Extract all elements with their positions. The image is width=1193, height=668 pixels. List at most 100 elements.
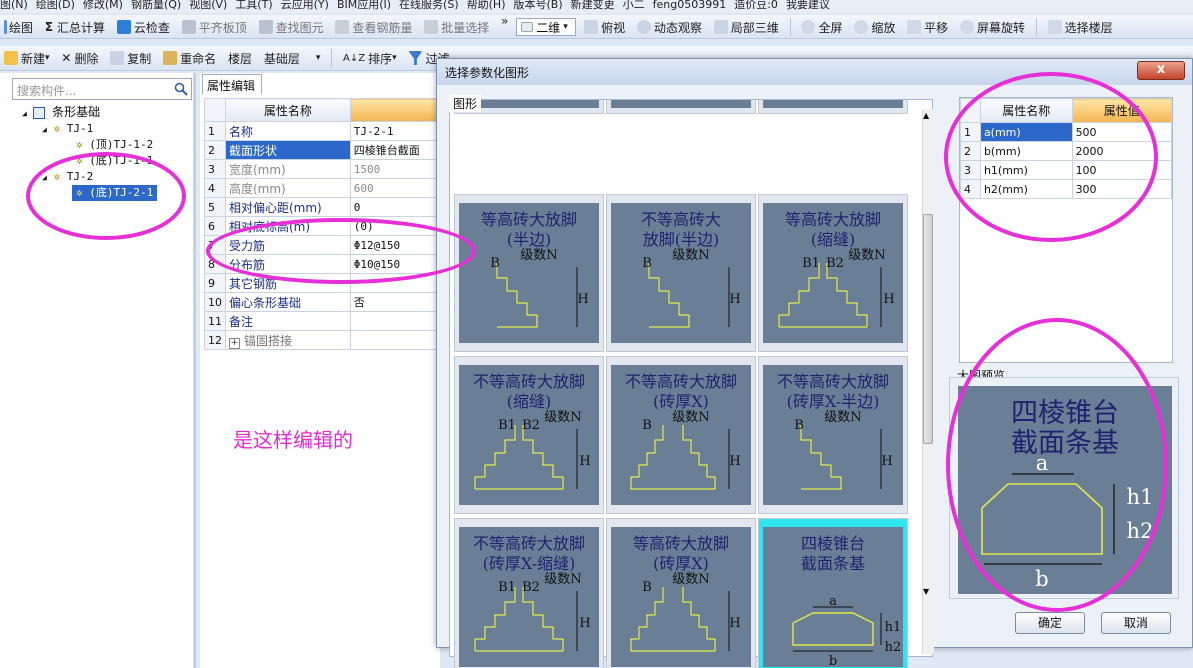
shape-diagram: 不等高砖大放脚(半边) B 级数N H [641, 210, 741, 328]
menu-item[interactable]: 造价豆:0 [734, 0, 778, 11]
table-row[interactable]: 11 备注 [204, 311, 441, 331]
zoom-button[interactable]: 缩放 [850, 15, 899, 38]
property-value[interactable]: 0 [349, 197, 441, 217]
view-rebar-button[interactable]: 查看钢筋量 [331, 15, 416, 38]
rotate-icon [960, 20, 974, 34]
menu-item[interactable]: 帮助(H) [467, 0, 506, 11]
draw-button[interactable]: 绘图 [0, 15, 37, 38]
tab-property-edit[interactable]: 属性编辑 [202, 74, 262, 94]
shape-thumbnail[interactable]: 不等高砖大放脚 (砖厚X-缩缝) B1 B2 级数N H [454, 518, 604, 668]
shape-thumbnail[interactable]: 不等高砖大放脚 (砖厚X) B 级数N H [606, 356, 756, 514]
table-row[interactable]: 12 + 锚固搭接 [204, 330, 441, 350]
expand-icon[interactable]: + [229, 337, 240, 349]
property-value[interactable] [349, 330, 441, 350]
row-number: 6 [204, 216, 226, 236]
table-row[interactable]: 5 相对偏心距(mm) 0 [204, 197, 441, 217]
shape-title-line: 等高砖大放脚 [633, 534, 729, 553]
find-element-button[interactable]: 查找图元 [255, 15, 328, 38]
shape-title-line: 截面条基 [801, 554, 865, 573]
sort-button[interactable]: A↓Z 排序 ▾ [339, 46, 401, 70]
menu-item[interactable]: 在线服务(S) [399, 0, 459, 11]
property-value[interactable]: 否 [349, 292, 441, 312]
property-name-header: 属性名称 [225, 98, 351, 122]
rotate-screen-button[interactable]: 屏幕旋转 [956, 15, 1029, 38]
menu-item[interactable]: 修改(M) [83, 0, 123, 11]
menu-item[interactable]: 版本号(B) [513, 0, 562, 11]
menu-item[interactable]: 云应用(Y) [281, 0, 329, 11]
shape-thumbnail[interactable]: 不等高砖大放脚 (砖厚X-半边) B 级数N H [758, 356, 908, 514]
property-value[interactable]: 四棱锥台截面 [349, 140, 441, 160]
dimension-label: H [729, 616, 740, 631]
collapse-icon[interactable]: ◢ [42, 125, 47, 134]
menu-item[interactable]: feng0503991 [653, 0, 727, 11]
row-number: 9 [204, 273, 226, 293]
property-value[interactable]: 1500 [349, 159, 441, 179]
menu-item[interactable]: 钢筋量(Q) [131, 0, 181, 11]
property-value[interactable]: 600 [349, 178, 441, 198]
search-icon[interactable] [174, 82, 188, 96]
shape-thumbnail-clipped[interactable] [606, 100, 756, 114]
highlight-ring-preview [946, 318, 1168, 612]
shape-thumbnail-clipped[interactable] [758, 100, 908, 114]
dimension-label: h1 [885, 620, 902, 635]
tree-root[interactable]: ◢ 条形基础 [22, 104, 100, 120]
menu-item[interactable]: 新建变更 [571, 0, 615, 11]
cloud-check-button[interactable]: 云检查 [113, 15, 174, 38]
menu-item[interactable]: 绘图(D) [36, 0, 75, 11]
select-floor-button[interactable]: 选择楼层 [1044, 15, 1117, 38]
shape-thumbnail[interactable]: 四棱锥台 截面条基 a h1 h2 b [758, 518, 908, 668]
shape-thumbnail[interactable]: 等高砖大放脚 (缩缝) B1 B2 级数N H [758, 194, 908, 352]
cancel-button[interactable]: 取消 [1101, 612, 1171, 634]
table-row[interactable]: 1 名称 TJ-2-1 [204, 121, 441, 141]
toolbar-overflow[interactable]: » [497, 15, 512, 33]
annotation-note: 是这样编辑的 [233, 428, 353, 452]
property-name: 宽度(mm) [225, 159, 351, 179]
new-button[interactable]: 新建 ▾ [0, 46, 54, 70]
table-row[interactable]: 2 截面形状 四棱锥台截面 [204, 140, 441, 160]
floor-select[interactable]: 基础层 ▾ [260, 46, 325, 70]
menu-item[interactable]: BIM应用(I) [337, 0, 391, 11]
row-number: 2 [204, 140, 226, 160]
table-row[interactable]: 4 高度(mm) 600 [204, 178, 441, 198]
scroll-up-arrow[interactable]: ▲ [923, 111, 929, 120]
summary-calc-button[interactable]: Σ 汇总计算 [41, 15, 109, 38]
delete-button[interactable]: ✕ 删除 [57, 46, 102, 70]
property-name-text: 相对偏心距(mm) [229, 200, 322, 215]
scrollbar-thumb[interactable] [923, 214, 933, 444]
table-row[interactable]: 10 偏心条形基础 否 [204, 292, 441, 312]
batch-select-button[interactable]: 批量选择 [420, 15, 493, 38]
tree-node-tj-1-2[interactable]: ✲ (顶)TJ-1-2 [76, 137, 153, 153]
shape-thumbnail[interactable]: 不等高砖大 放脚(半边) B 级数N H [606, 194, 756, 352]
menu-item[interactable]: 小二 [623, 0, 645, 11]
table-row[interactable]: 3 宽度(mm) 1500 [204, 159, 441, 179]
view-mode-select[interactable]: 二维 ▾ [516, 18, 577, 36]
shape-thumbnail-image: 不等高砖大放脚 (缩缝) B1 B2 级数N H [459, 365, 599, 505]
menu-item[interactable]: 图(N) [0, 0, 28, 11]
orbit-button[interactable]: 动态观察 [633, 15, 706, 38]
check-icon [116, 20, 131, 34]
ok-button[interactable]: 确定 [1015, 612, 1085, 634]
copy-button[interactable]: 复制 [106, 46, 155, 70]
shape-diagram: 不等高砖大放脚(缩缝) B1 B2 级数N H [473, 372, 591, 490]
dimension-label: B [642, 580, 652, 595]
top-view-button[interactable]: 俯视 [580, 15, 629, 38]
align-slab-top-button[interactable]: 平齐板顶 [178, 15, 251, 38]
fullscreen-button[interactable]: 全屏 [797, 15, 846, 38]
tree-node-tj-1[interactable]: ◢ ✲ TJ-1 [42, 121, 93, 137]
property-value[interactable] [349, 311, 441, 331]
rename-button[interactable]: 重命名 [159, 46, 220, 70]
local-3d-button[interactable]: 局部三维 [710, 15, 783, 38]
scroll-down-arrow[interactable]: ▼ [923, 587, 929, 596]
shape-thumbnail[interactable]: 不等高砖大放脚 (缩缝) B1 B2 级数N H [454, 356, 604, 514]
menu-item[interactable]: 工具(T) [235, 0, 272, 11]
close-button[interactable]: x [1137, 61, 1185, 80]
pan-button[interactable]: 平移 [903, 15, 952, 38]
search-input[interactable]: 搜索构件... [12, 78, 192, 100]
shape-thumbnail[interactable]: 等高砖大放脚 (砖厚X) B 级数N H [606, 518, 756, 668]
shape-thumbnail[interactable]: 等高砖大放脚 (半边) B 级数N H [454, 194, 604, 352]
menu-item[interactable]: 视图(V) [189, 0, 227, 11]
menu-item[interactable]: 我要建议 [786, 0, 830, 11]
property-value[interactable]: TJ-2-1 [349, 121, 441, 141]
toolbar-divider [789, 18, 791, 36]
collapse-icon[interactable]: ◢ [22, 109, 27, 118]
